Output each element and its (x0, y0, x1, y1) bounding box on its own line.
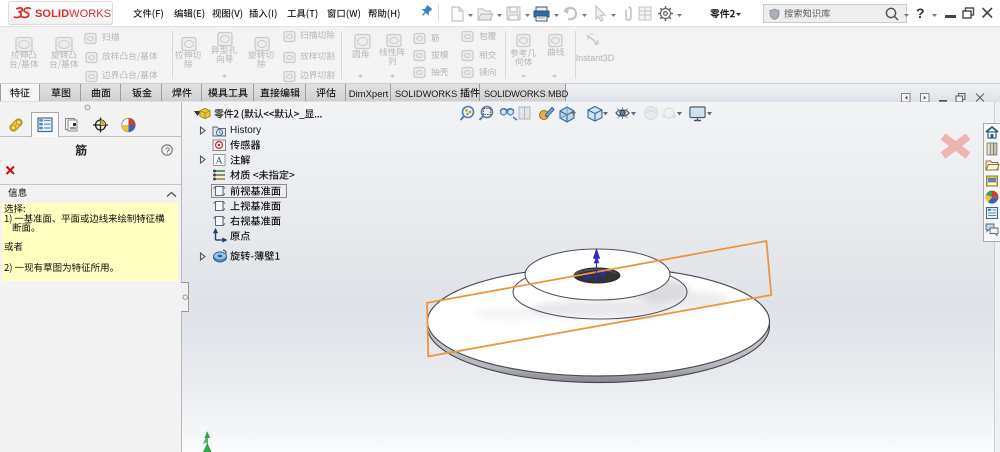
svg-text:?: ? (165, 146, 170, 156)
svg-text:A: A (216, 156, 223, 166)
